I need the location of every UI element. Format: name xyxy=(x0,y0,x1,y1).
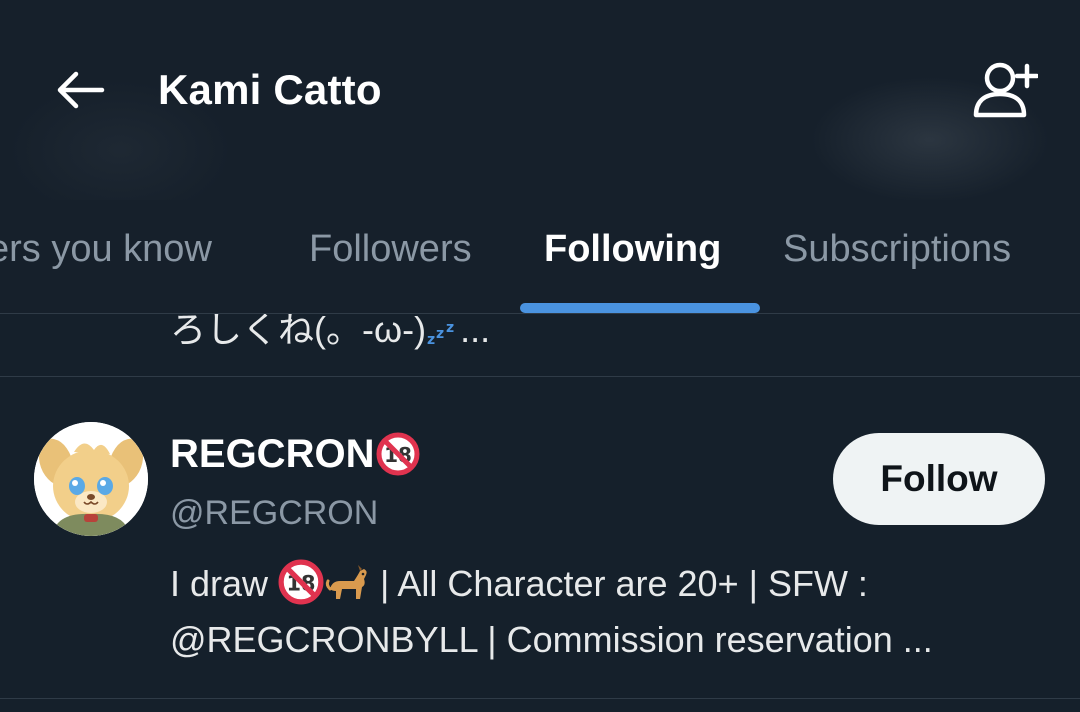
svg-text:z: z xyxy=(427,332,435,346)
user-name-text: REGCRON xyxy=(170,432,375,476)
tab-subscriptions[interactable]: Subscriptions xyxy=(783,222,1011,276)
previous-bio-text: ろしくね(。-ω-) xyxy=(170,309,427,350)
tab-following[interactable]: Following xyxy=(544,222,721,276)
user-display-name[interactable]: REGCRON 18 xyxy=(170,428,420,480)
tab-followers-you-know[interactable]: ers you know xyxy=(0,222,212,276)
dog-icon xyxy=(325,565,367,599)
tabs-divider xyxy=(0,313,1080,314)
bio-text-start: I draw xyxy=(170,563,279,604)
previous-bio-ellipsis: ... xyxy=(460,309,491,350)
profile-header: Kami Catto xyxy=(0,0,1080,200)
bio-text-end: | All Character are 20+ | SFW : xyxy=(370,563,868,604)
svg-text:z: z xyxy=(446,320,454,336)
active-tab-indicator xyxy=(520,303,760,313)
bio-line-1: I draw 18 | All Character are 20+ | SFW … xyxy=(170,556,1050,612)
svg-text:z: z xyxy=(436,326,444,342)
add-user-button[interactable] xyxy=(966,58,1042,122)
user-handle: @REGCRON xyxy=(170,494,379,532)
sleeping-zzz-icon: z z z xyxy=(427,320,454,348)
tab-followers[interactable]: Followers xyxy=(309,222,472,276)
no-under-18-icon: 18 xyxy=(376,432,420,476)
arrow-left-icon xyxy=(57,71,105,109)
avatar-image xyxy=(34,422,148,536)
no-under-18-icon: 18 xyxy=(278,559,324,605)
avatar[interactable] xyxy=(34,422,148,536)
user-bio: I draw 18 | All Character are 20+ | SFW … xyxy=(170,556,1050,668)
page-title: Kami Catto xyxy=(158,66,382,113)
bio-line-2: @REGCRONBYLL | Commission reservation ..… xyxy=(170,619,933,660)
follow-tabs: ers you know Followers Following Subscri… xyxy=(0,200,1080,314)
add-user-icon xyxy=(973,62,1038,118)
follow-button[interactable]: Follow xyxy=(833,433,1045,525)
list-divider-bottom xyxy=(0,698,1080,699)
list-divider xyxy=(0,376,1080,377)
app-screen: Kami Catto ers you know Followers Follow… xyxy=(0,0,1080,712)
back-button[interactable] xyxy=(50,62,110,118)
